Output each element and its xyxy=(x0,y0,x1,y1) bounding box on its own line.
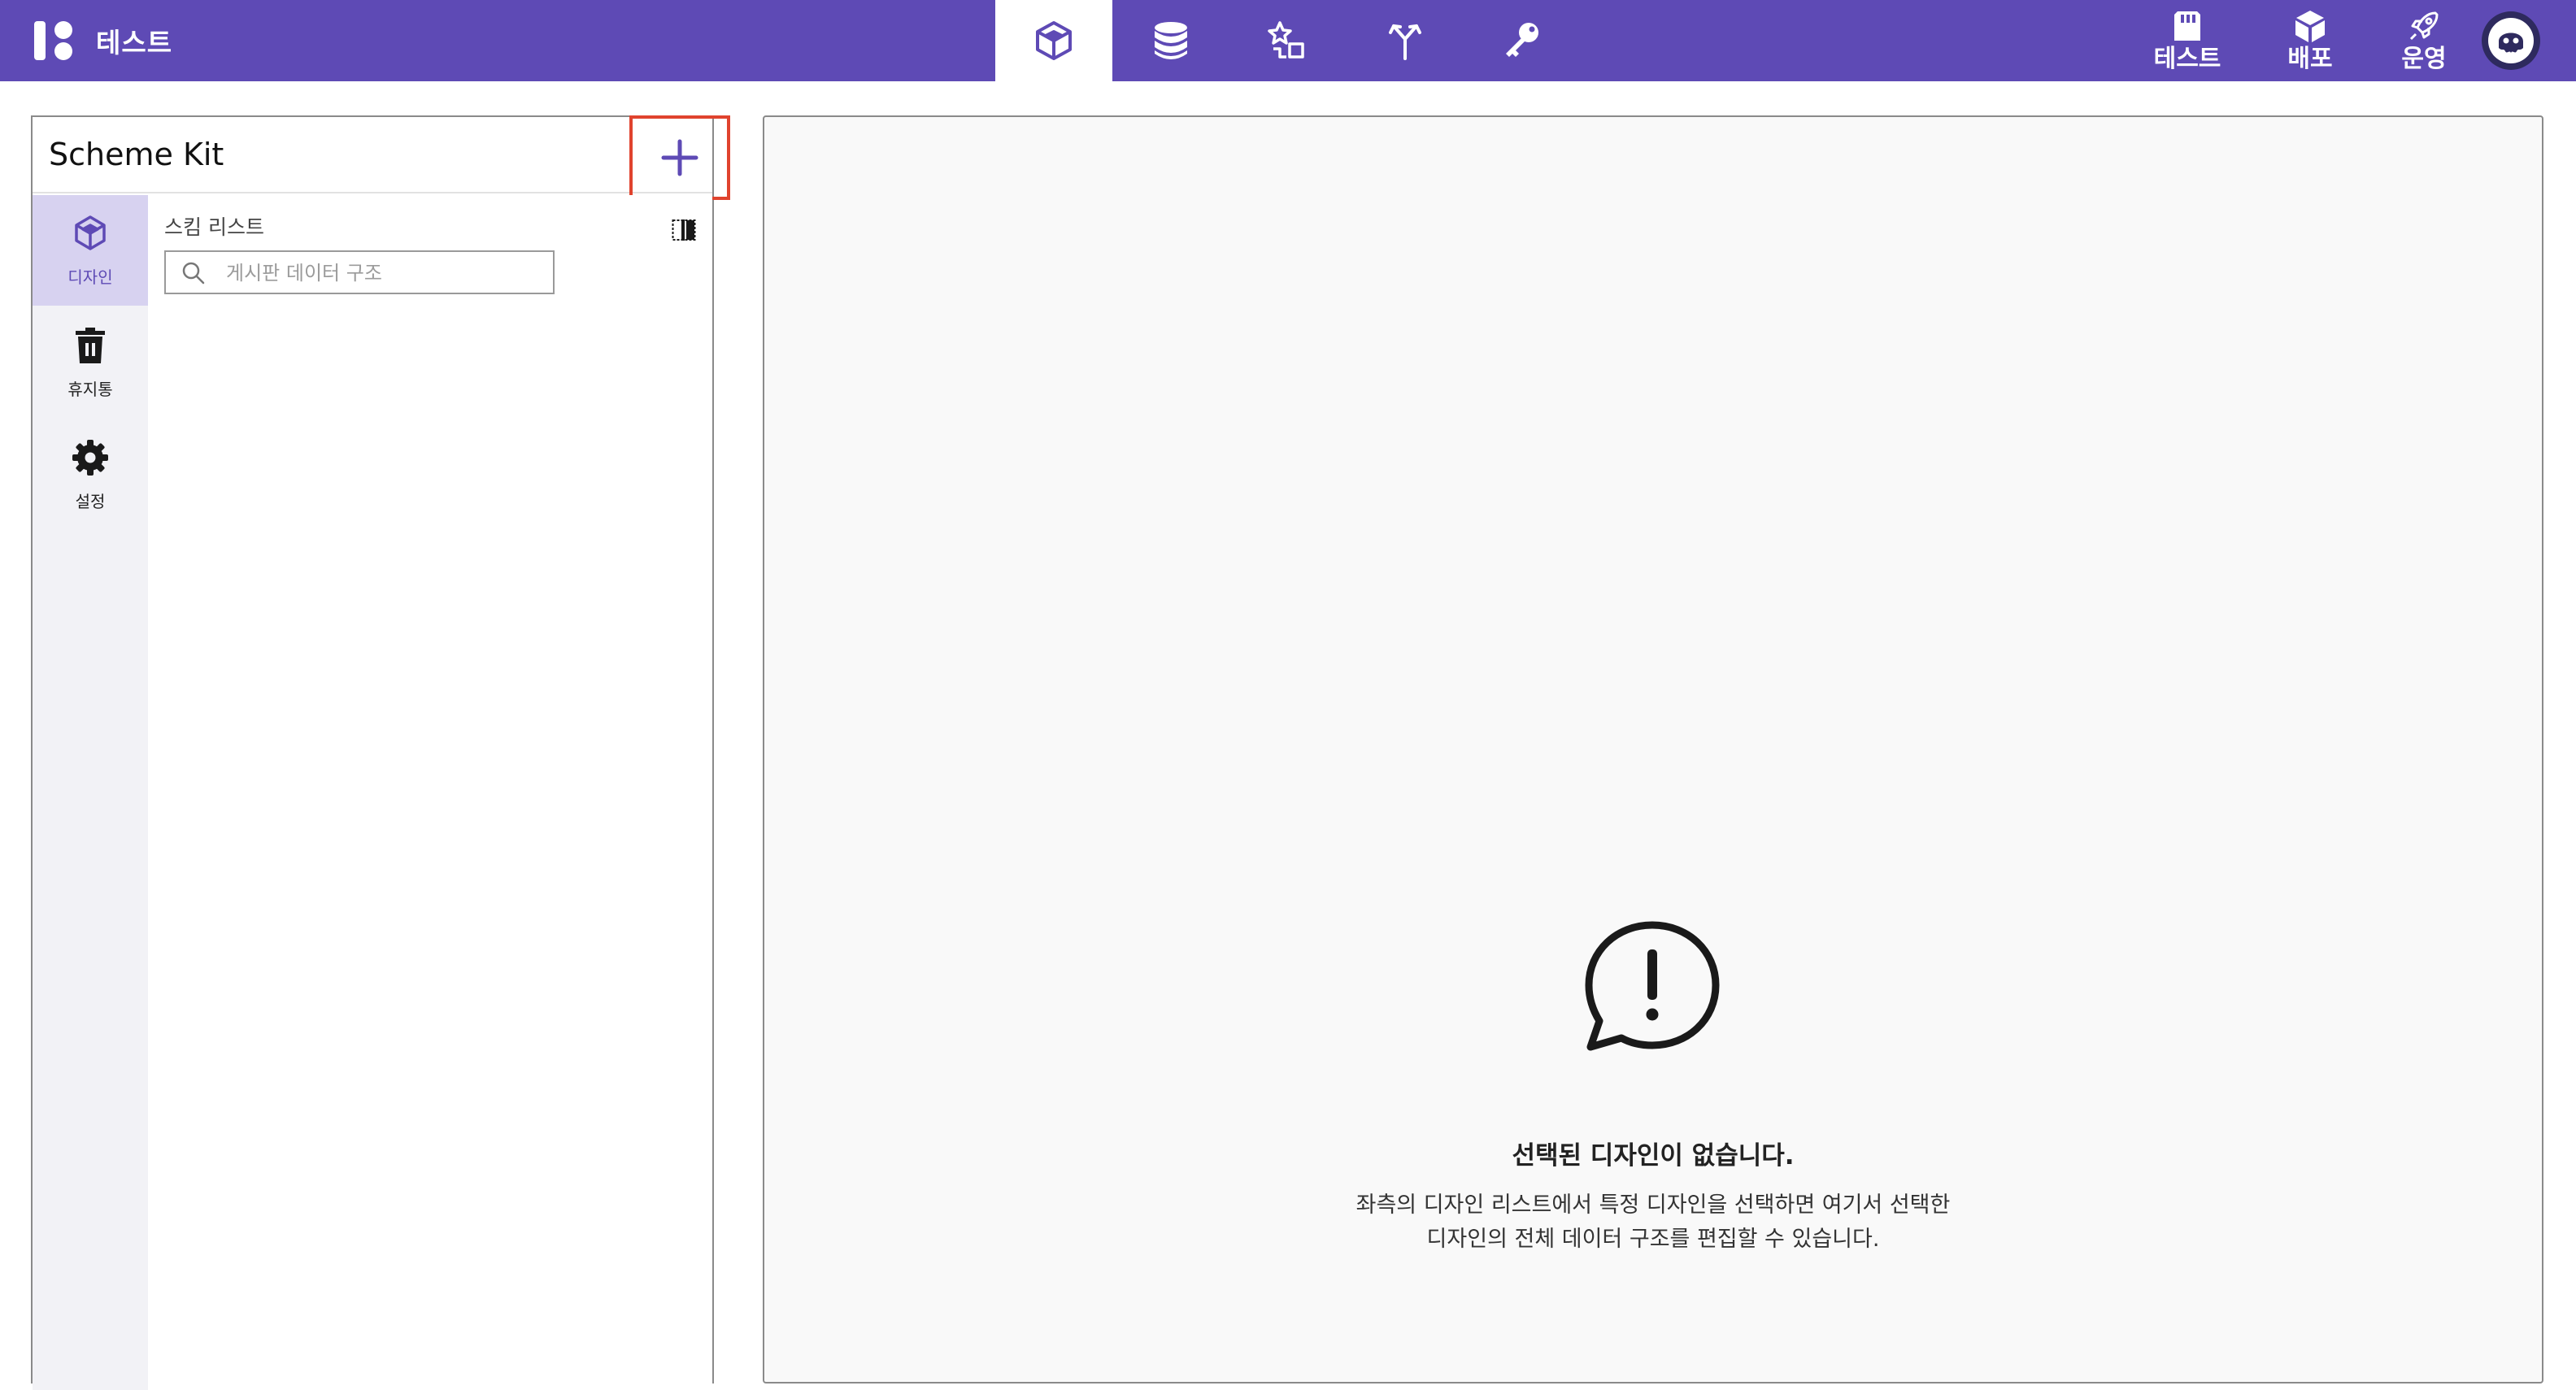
top-bar: 테스트 테스트 배포 운영 xyxy=(0,0,2576,81)
tab-shapes[interactable] xyxy=(1229,0,1347,81)
test-label: 테스트 xyxy=(2153,45,2221,73)
search-field[interactable] xyxy=(164,250,555,294)
panel-header: Scheme Kit xyxy=(33,117,712,193)
scheme-list: 스킴 리스트 xyxy=(148,195,712,1390)
app-logo-icon xyxy=(34,21,72,60)
branch-icon xyxy=(1389,24,1421,60)
operate-button[interactable]: 운영 xyxy=(2387,0,2461,81)
operate-label: 운영 xyxy=(2401,45,2447,73)
cube-icon xyxy=(75,215,106,250)
tab-key[interactable] xyxy=(1464,0,1581,81)
database-icon xyxy=(1155,22,1187,59)
box-icon xyxy=(2295,11,2325,42)
tab-branch[interactable] xyxy=(1347,0,1464,81)
panel-title: Scheme Kit xyxy=(49,137,224,172)
user-avatar[interactable] xyxy=(2482,11,2540,70)
empty-state-description: 좌측의 디자인 리스트에서 특정 디자인을 선택하면 여기서 선택한 디자인의 … xyxy=(764,1188,2542,1257)
rail-label-settings: 설정 xyxy=(75,491,106,511)
alert-bubble-icon xyxy=(1585,921,1720,1051)
scheme-kit-panel: Scheme Kit 디자인 휴지통 설정 스킴 리스트 게시판 데이터 구조 xyxy=(31,115,730,1390)
test-button[interactable]: 테스트 xyxy=(2147,0,2228,81)
key-icon xyxy=(1506,23,1538,57)
shapes-icon xyxy=(1268,21,1304,59)
rail-label-design: 디자인 xyxy=(67,267,113,287)
side-rail: 디자인 휴지통 설정 xyxy=(33,195,148,1390)
split-view-icon[interactable] xyxy=(672,218,696,242)
deploy-label: 배포 xyxy=(2287,45,2333,73)
plus-icon xyxy=(661,139,698,176)
design-editor-panel: 선택된 디자인이 없습니다. 좌측의 디자인 리스트에서 특정 디자인을 선택하… xyxy=(763,115,2543,1383)
cube-icon xyxy=(1036,21,1072,60)
search-icon xyxy=(182,262,205,285)
rail-item-trash[interactable]: 휴지통 xyxy=(33,307,148,418)
tab-design[interactable] xyxy=(995,0,1112,81)
tab-database[interactable] xyxy=(1112,0,1229,81)
rail-label-trash: 휴지통 xyxy=(67,379,113,399)
brand[interactable]: 테스트 xyxy=(33,18,172,63)
empty-state-title: 선택된 디자인이 없습니다. xyxy=(1512,1141,1795,1171)
app-name: 테스트 xyxy=(96,27,173,59)
search-input[interactable] xyxy=(226,258,543,288)
empty-desc-line-1: 좌측의 디자인 리스트에서 특정 디자인을 선택하면 여기서 선택한 xyxy=(1355,1192,1951,1218)
octopus-avatar-icon xyxy=(2488,18,2534,63)
rocket-icon xyxy=(2409,11,2439,41)
rail-item-settings[interactable]: 설정 xyxy=(33,419,148,530)
trash-icon xyxy=(76,327,105,363)
deploy-button[interactable]: 배포 xyxy=(2274,0,2347,81)
add-scheme-button[interactable] xyxy=(629,115,730,200)
sd-card-icon xyxy=(2174,11,2200,41)
gear-icon xyxy=(72,439,108,476)
empty-desc-line-2: 디자인의 전체 데이터 구조를 편집할 수 있습니다. xyxy=(1426,1227,1880,1252)
list-title: 스킴 리스트 xyxy=(164,215,264,239)
rail-item-design[interactable]: 디자인 xyxy=(33,195,148,306)
